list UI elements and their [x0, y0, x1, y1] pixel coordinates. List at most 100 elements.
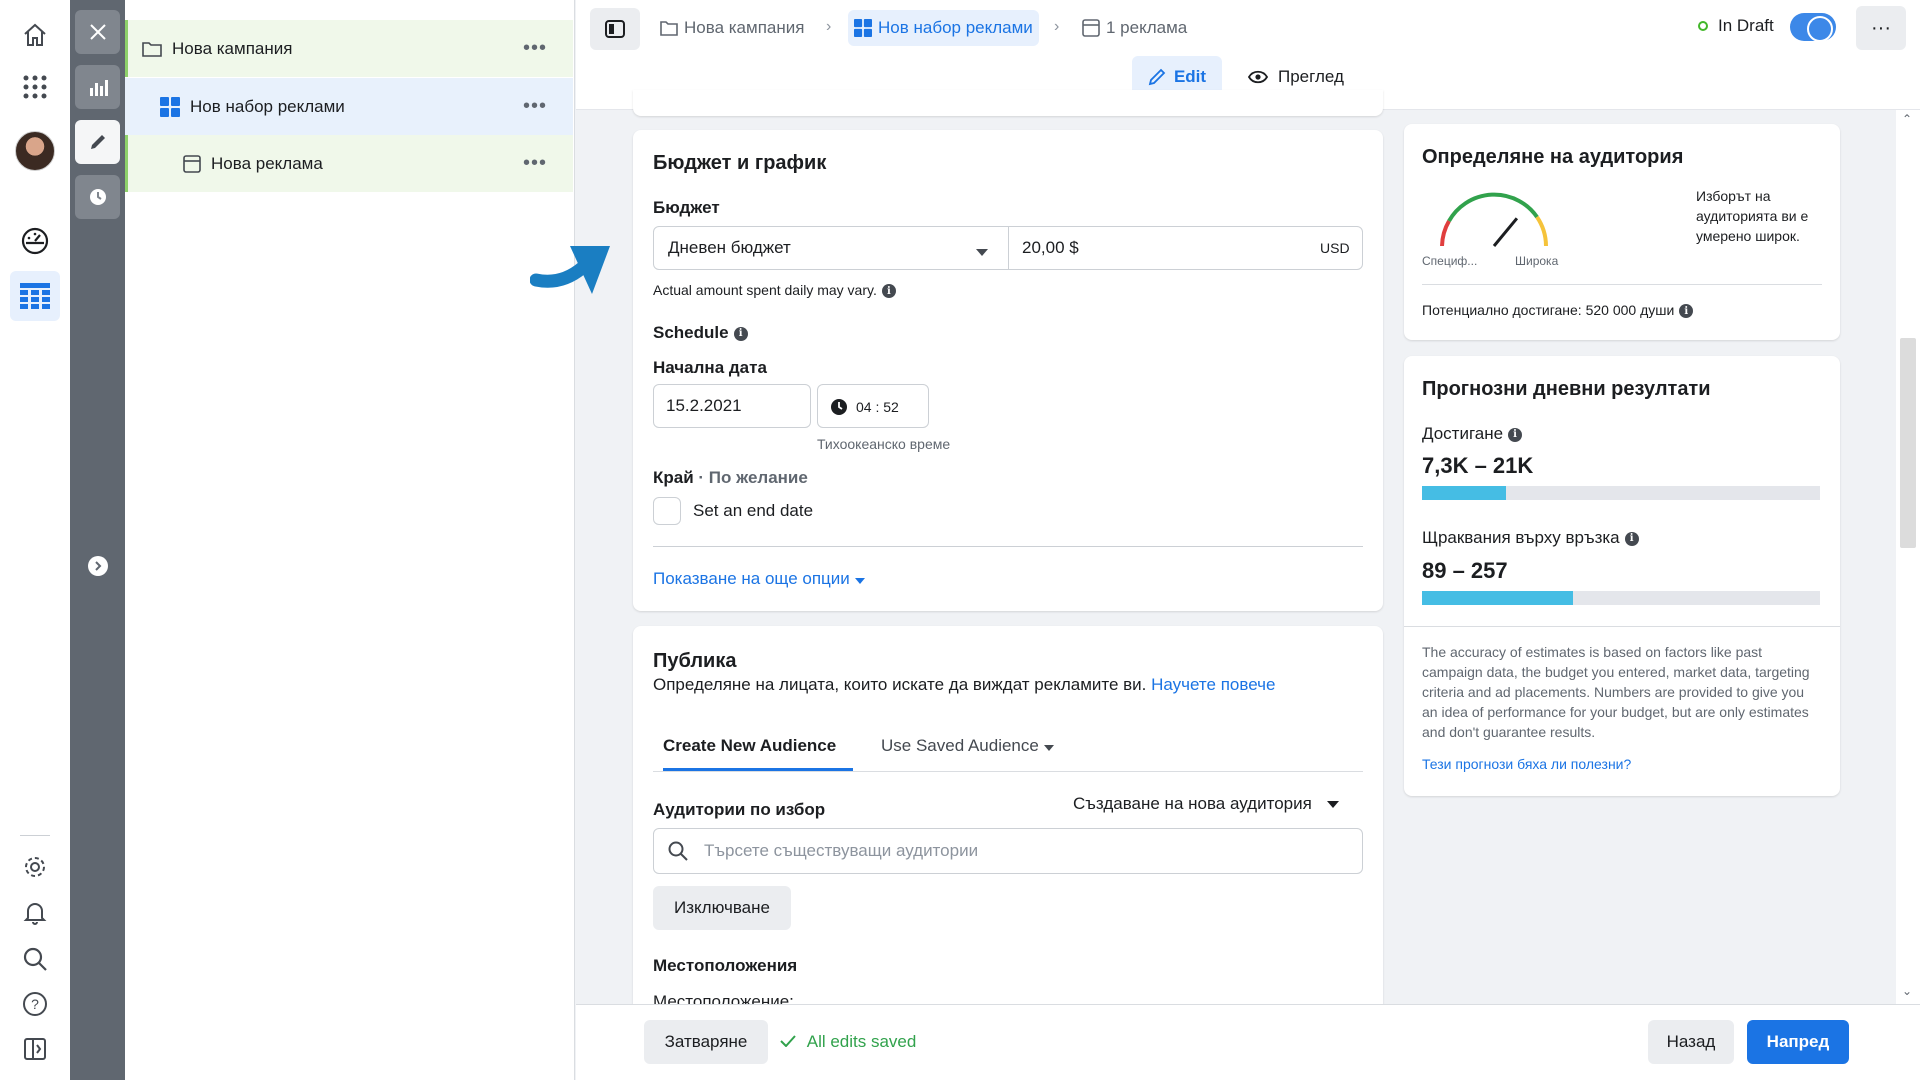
toggle-panel-button[interactable]	[590, 8, 640, 50]
reach-value: 7,3K – 21K	[1422, 453, 1534, 478]
expand-chevron-icon[interactable]	[88, 556, 108, 576]
search-icon[interactable]	[10, 934, 60, 984]
reporting-chart-icon[interactable]	[75, 65, 120, 109]
tab-use-saved-audience[interactable]: Use Saved Audience	[881, 736, 1054, 756]
card-title: Публика	[653, 650, 737, 672]
more-dots-icon[interactable]: •••	[523, 95, 547, 118]
budget-label: Бюджет	[653, 198, 720, 217]
scroll-up-icon[interactable]: ⌃	[1902, 112, 1912, 126]
info-icon[interactable]: i	[881, 284, 896, 299]
budget-schedule-card: Бюджет и график Бюджет Дневен бюджет 20,…	[633, 130, 1383, 611]
chevron-right-icon: ›	[826, 18, 832, 35]
create-new-audience-dropdown[interactable]: Създаване на нова аудитория	[1073, 794, 1339, 814]
status-dot-icon	[1698, 21, 1708, 31]
link-clicks-bar-fill	[1422, 591, 1574, 605]
footer-bar: Затваряне All edits saved Назад Напред	[576, 1004, 1920, 1080]
end-label: Край · По желание	[653, 468, 808, 487]
scroll-down-icon[interactable]: ⌄	[1902, 984, 1912, 998]
search-icon	[668, 841, 688, 866]
schedule-label: Schedule i	[653, 323, 748, 343]
locations-title: Местоположения	[653, 956, 798, 975]
more-dots-icon[interactable]: •••	[523, 37, 547, 60]
breadcrumb-ad[interactable]: 1 реклама	[1082, 10, 1187, 46]
next-button[interactable]: Напред	[1747, 1020, 1849, 1064]
audience-gauge	[1440, 192, 1548, 247]
breadcrumb-campaign[interactable]: Нова кампания	[660, 10, 804, 46]
folder-icon	[142, 40, 162, 58]
tree-item-label: Нов набор реклами	[190, 96, 345, 116]
breadcrumb-adset[interactable]: Нов набор реклами	[848, 10, 1039, 46]
currency-label: USD	[1320, 240, 1350, 256]
tree-item-adset[interactable]: Нов набор реклами •••	[125, 78, 573, 135]
arrow-annotation-icon	[530, 246, 610, 294]
custom-audiences-label: Аудитории по избор	[653, 800, 826, 819]
caret-down-icon	[854, 578, 865, 584]
info-icon[interactable]: i	[1624, 531, 1639, 546]
more-dots-icon[interactable]: •••	[523, 152, 547, 175]
folder-icon	[660, 21, 678, 36]
help-icon[interactable]: ?	[10, 979, 60, 1029]
start-date-input[interactable]: 15.2.2021	[653, 384, 811, 428]
forecast-disclaimer: The accuracy of estimates is based on fa…	[1422, 644, 1810, 740]
gauge-needle	[1492, 217, 1519, 247]
divider	[653, 546, 1363, 547]
pencil-edit-icon[interactable]	[75, 120, 120, 164]
history-clock-icon[interactable]	[75, 175, 120, 219]
avatar[interactable]	[10, 126, 60, 176]
reach-label: Достигане i	[1422, 424, 1523, 444]
close-icon[interactable]	[75, 10, 120, 54]
end-date-checkbox-label[interactable]: Set an end date	[693, 501, 813, 521]
exclude-button[interactable]: Изключване	[653, 886, 791, 930]
settings-icon[interactable]	[10, 842, 60, 892]
link-clicks-label: Щраквания върху връзка i	[1422, 528, 1639, 548]
end-date-checkbox[interactable]	[653, 497, 681, 525]
left-nav-rail: ?	[0, 0, 70, 1080]
tree-item-ad[interactable]: Нова реклама •••	[125, 135, 573, 192]
budget-input-group: Дневен бюджет 20,00 $ USD	[653, 226, 1363, 270]
budget-type-select[interactable]: Дневен бюджет	[654, 227, 1009, 269]
scroll-thumb[interactable]	[1900, 338, 1916, 548]
home-icon[interactable]	[10, 10, 60, 60]
bell-icon[interactable]	[10, 888, 60, 938]
caret-down-icon	[1326, 801, 1339, 808]
info-icon[interactable]: i	[1679, 304, 1694, 319]
ads-table-icon[interactable]	[10, 271, 60, 321]
link-clicks-value: 89 – 257	[1422, 558, 1508, 583]
apps-grid-icon[interactable]	[10, 62, 60, 112]
ad-icon	[183, 154, 201, 173]
potential-reach: Потенциално достигане: 520 000 души i	[1422, 302, 1694, 319]
link-clicks-bar	[1422, 591, 1820, 605]
audience-card: Публика Определяне на лицата, които иска…	[633, 626, 1383, 1036]
structure-tree: Нова кампания ••• Нов набор реклами ••• …	[125, 0, 575, 1080]
tree-item-label: Нова реклама	[211, 153, 323, 173]
panel-icon[interactable]	[10, 1024, 60, 1074]
tab-create-new-audience[interactable]: Create New Audience	[663, 736, 836, 756]
save-status: All edits saved	[780, 1032, 916, 1052]
dashboard-icon[interactable]	[10, 216, 60, 266]
tree-item-campaign[interactable]: Нова кампания •••	[125, 20, 573, 77]
audience-definition-card: Определяне на аудитория Специф... Широка…	[1404, 124, 1840, 340]
card-title: Бюджет и график	[653, 152, 827, 174]
grid-icon	[160, 96, 180, 117]
info-icon[interactable]: i	[733, 326, 748, 341]
forecast-feedback-link[interactable]: Тези прогнози бяха ли полезни?	[1422, 756, 1631, 772]
back-button[interactable]: Назад	[1648, 1020, 1734, 1064]
tool-strip	[70, 0, 125, 1080]
show-more-options-link[interactable]: Показване на още опции	[653, 569, 865, 589]
divider	[1422, 284, 1822, 285]
budget-amount-input[interactable]: 20,00 $ USD	[1010, 227, 1362, 269]
pencil-icon	[1148, 68, 1166, 86]
card-title: Определяне на аудитория	[1422, 146, 1684, 168]
scrollbar[interactable]: ⌃ ⌄	[1896, 110, 1920, 1004]
tabs-divider	[653, 771, 1363, 772]
learn-more-link[interactable]: Научете повече	[1151, 675, 1275, 694]
grid-icon	[854, 19, 872, 37]
audience-search-input[interactable]: Търсете съществуващи аудитории	[653, 828, 1363, 874]
reach-bar	[1422, 486, 1820, 500]
checkmark-icon	[780, 1035, 796, 1048]
start-time-input[interactable]: 04 : 52	[817, 384, 929, 428]
draft-toggle[interactable]	[1790, 13, 1836, 42]
more-options-button[interactable]: ···	[1856, 6, 1906, 50]
close-button[interactable]: Затваряне	[644, 1020, 768, 1064]
info-icon[interactable]: i	[1508, 427, 1523, 442]
